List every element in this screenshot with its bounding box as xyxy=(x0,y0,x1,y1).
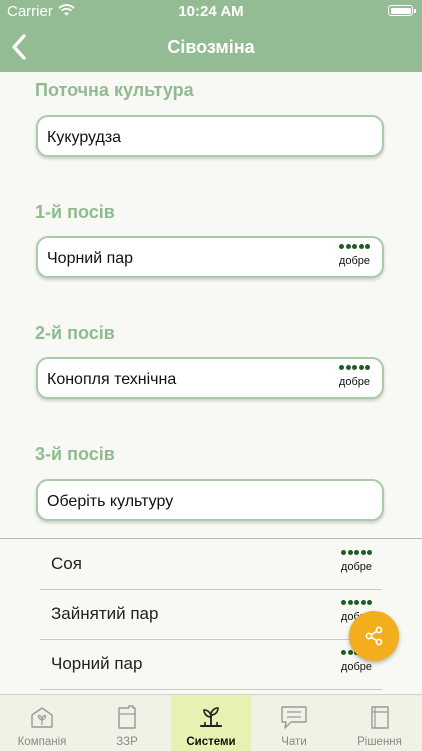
sowing-1-field[interactable]: Чорний пар добре xyxy=(36,236,384,278)
book-icon xyxy=(370,706,389,729)
rating-dot xyxy=(341,650,346,655)
rating-dot xyxy=(347,600,353,605)
status-time: 10:24 AM xyxy=(178,3,244,20)
tab-systems[interactable]: Системи xyxy=(171,695,251,751)
rating-dot xyxy=(352,244,357,249)
rating-dots xyxy=(338,244,370,252)
list-item-name: Соя xyxy=(51,554,82,573)
home-plant-icon xyxy=(31,707,53,728)
share-icon xyxy=(365,626,383,646)
field-value: Чорний пар xyxy=(47,250,134,267)
rating-dot xyxy=(339,244,344,249)
list-item-name: Чорний пар xyxy=(51,654,143,673)
rating-dot xyxy=(347,650,353,655)
rating: добре xyxy=(340,550,372,573)
page-title: Сівозміна xyxy=(167,37,255,57)
rating-dot xyxy=(365,365,370,370)
rating-dot xyxy=(360,550,366,555)
rating-dot xyxy=(345,365,351,370)
rating-label: добре xyxy=(340,561,372,573)
section-title-current-crop: Поточна культура xyxy=(35,80,194,100)
list-item[interactable]: Зайнятий пар добре xyxy=(40,589,382,640)
battery-icon xyxy=(388,5,416,16)
rating-dot xyxy=(358,244,364,249)
section-title-sowing-3: 3-й посів xyxy=(35,444,115,464)
seedling-icon xyxy=(200,707,222,727)
rating: добре xyxy=(338,365,370,388)
sowing-3-field[interactable]: Оберіть культуру xyxy=(36,479,384,521)
current-crop-field[interactable]: Кукурудза xyxy=(36,115,384,157)
tab-label: Рішення xyxy=(357,736,402,748)
tab-label: Компанія xyxy=(17,736,67,748)
rating-label: добре xyxy=(340,661,372,673)
rating: добре xyxy=(338,244,370,267)
rating-dot xyxy=(354,550,359,555)
share-button[interactable] xyxy=(349,611,399,661)
tab-solutions[interactable]: Рішення xyxy=(337,695,422,751)
rating-dot xyxy=(339,365,344,370)
chat-icon xyxy=(281,706,307,729)
nav-bar: Сівозміна xyxy=(0,22,422,72)
rating-dots xyxy=(338,365,370,373)
sowing-2-field[interactable]: Конопля технічна добре xyxy=(36,357,384,399)
tab-label: ЗЗР xyxy=(116,736,138,748)
tab-pesticides[interactable]: ЗЗР xyxy=(84,695,170,751)
canister-icon xyxy=(118,705,136,729)
field-value: Конопля технічна xyxy=(47,371,177,388)
status-bar: Carrier 10:24 AM xyxy=(0,0,422,22)
rating-dot xyxy=(352,365,357,370)
rating-dot xyxy=(365,244,370,249)
rating-dot xyxy=(367,600,372,605)
list-item-name: Зайнятий пар xyxy=(51,604,159,623)
rating-dots xyxy=(340,600,372,608)
rating-dot xyxy=(345,244,351,249)
tab-chats[interactable]: Чати xyxy=(251,695,337,751)
tab-company[interactable]: Компанія xyxy=(0,695,84,751)
rating-dot xyxy=(341,550,346,555)
section-title-sowing-1: 1-й посів xyxy=(35,202,115,222)
rating-dot xyxy=(360,600,366,605)
list-item[interactable]: Соя добре xyxy=(40,539,382,590)
list-item[interactable]: Чорний пар добре xyxy=(40,639,382,690)
tab-label: Системи xyxy=(186,736,236,748)
rating-dot xyxy=(358,365,364,370)
rating-dots xyxy=(340,550,372,558)
rating-dot xyxy=(354,600,359,605)
section-title-sowing-2: 2-й посів xyxy=(35,323,115,343)
field-value: Кукурудза xyxy=(47,129,122,146)
rating-label: добре xyxy=(338,255,370,267)
rating-dot xyxy=(347,550,353,555)
field-value: Оберіть культуру xyxy=(47,493,174,510)
rating-dot xyxy=(341,600,346,605)
rating-label: добре xyxy=(338,376,370,388)
rating-dot xyxy=(367,550,372,555)
tab-bar: Компанія ЗЗР Системи Чати Рішення xyxy=(0,694,422,751)
tab-label: Чати xyxy=(281,736,307,748)
